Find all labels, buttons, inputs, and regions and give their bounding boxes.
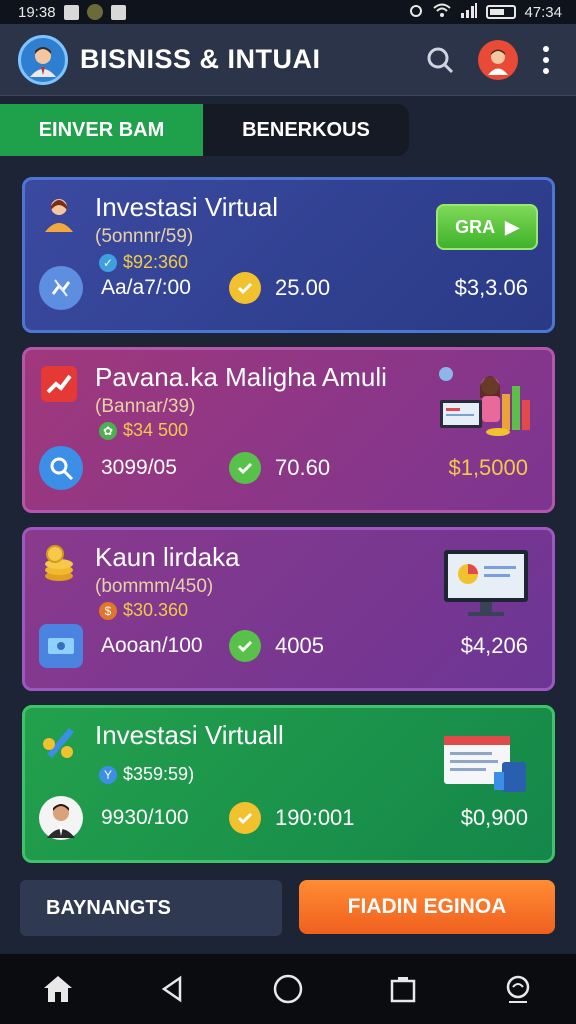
monitor-chart-illustration bbox=[438, 544, 534, 622]
wifi-icon bbox=[432, 2, 452, 22]
row-total: $0,900 bbox=[460, 805, 528, 830]
person-icon bbox=[39, 194, 79, 234]
fiadin-eginoa-button[interactable]: FIADIN EGINOA bbox=[299, 880, 555, 934]
more-vert-icon[interactable] bbox=[534, 40, 558, 80]
recents-icon[interactable] bbox=[375, 961, 431, 1017]
businessman-avatar bbox=[39, 796, 83, 840]
check-circle-icon bbox=[229, 452, 261, 484]
investment-card-3[interactable]: Kaun lirdaka (bommm/450) $ $30.360 Aooan… bbox=[22, 527, 555, 691]
battery-icon bbox=[486, 5, 517, 19]
row-value-1: Aa/a7/:00 bbox=[101, 276, 191, 299]
go-button-label: GRA bbox=[455, 216, 496, 237]
status-bar: 19:38 47:34 bbox=[0, 0, 576, 24]
card-title: Investasi Virtual bbox=[95, 192, 279, 222]
circle-home-icon[interactable] bbox=[260, 961, 316, 1017]
avatar-icon[interactable] bbox=[18, 34, 68, 85]
row-value-2: 4005 bbox=[275, 633, 324, 658]
tab-einver-bam[interactable]: EINVER BAM bbox=[0, 104, 203, 156]
card-subtitle: (5onnnr/59) bbox=[95, 226, 194, 247]
investment-card-4[interactable]: Investasi Virtuall Y $359:59) 9930/100 1… bbox=[22, 705, 555, 863]
chart-cross-icon bbox=[39, 266, 83, 310]
row-value-2: 25.00 bbox=[275, 275, 331, 300]
baynangts-button[interactable]: BAYNANGTS bbox=[20, 880, 282, 936]
card-amount: ✿ $34 500 bbox=[99, 420, 188, 441]
row-total: $4,206 bbox=[460, 633, 528, 658]
card-title: Pavana.ka Maligha Amuli bbox=[95, 362, 387, 392]
browser-chart-illustration bbox=[438, 722, 534, 800]
investment-card-2[interactable]: Pavana.ka Maligha Amuli (Bannar/39) ✿ $3… bbox=[22, 347, 555, 513]
check-circle-icon bbox=[229, 630, 261, 662]
card-amount-value: $30.360 bbox=[123, 600, 189, 620]
row-value-2: 190:001 bbox=[275, 805, 355, 830]
tab-benerkous[interactable]: BENERKOUS bbox=[203, 104, 409, 156]
notification-icon bbox=[63, 4, 79, 20]
card-title: Investasi Virtuall bbox=[95, 720, 284, 750]
cash-icon bbox=[39, 624, 83, 668]
row-total: $3,3.06 bbox=[454, 275, 528, 300]
card-row: Aa/a7/:00 25.00 $3,3.06 bbox=[39, 266, 528, 310]
office-woman-illustration bbox=[438, 364, 534, 442]
row-total: $1,5000 bbox=[448, 455, 528, 480]
assistant-icon[interactable] bbox=[490, 961, 546, 1017]
row-value-1: 3099/05 bbox=[101, 456, 177, 479]
card-amount-value: $34 500 bbox=[123, 420, 189, 440]
check-circle-icon bbox=[229, 272, 261, 304]
status-time: 19:38 bbox=[18, 3, 56, 21]
signal-icon bbox=[460, 2, 478, 22]
play-arrow-icon: ▶ bbox=[505, 216, 519, 237]
profile-icon[interactable] bbox=[478, 39, 518, 80]
plant-icon: ✿ bbox=[99, 421, 117, 440]
card-amount-value: $359:59) bbox=[123, 764, 195, 784]
go-button[interactable]: GRA ▶ bbox=[436, 204, 538, 250]
home-icon[interactable] bbox=[30, 961, 86, 1017]
row-value-1: 9930/100 bbox=[101, 806, 189, 829]
tab-bar: EINVER BAM BENERKOUS bbox=[0, 104, 576, 156]
app-notification-icon bbox=[86, 4, 103, 20]
system-nav-bar bbox=[0, 954, 576, 1024]
back-icon[interactable] bbox=[145, 961, 201, 1017]
card-row: 3099/05 70.60 $1,5000 bbox=[39, 446, 528, 490]
card-row: 9930/100 190:001 $0,900 bbox=[39, 796, 528, 840]
card-subtitle: (Bannar/39) bbox=[95, 396, 196, 417]
card-amount: Y $359:59) bbox=[99, 764, 194, 785]
row-value-1: Aooan/100 bbox=[101, 634, 203, 657]
pen-coins-icon bbox=[39, 722, 79, 762]
coin-stack-icon bbox=[39, 544, 79, 584]
card-title: Kaun lirdaka bbox=[95, 542, 240, 572]
app-bar: BISNISS & INTUAI bbox=[0, 24, 576, 96]
coin-icon: $ bbox=[99, 601, 117, 620]
status-clock-right: 47:34 bbox=[524, 3, 562, 21]
message-icon bbox=[110, 4, 126, 20]
alarm-icon bbox=[408, 2, 424, 22]
card-subtitle: (bommm/450) bbox=[95, 576, 214, 597]
check-circle-icon bbox=[229, 802, 261, 834]
card-row: Aooan/100 4005 $4,206 bbox=[39, 624, 528, 668]
card-amount: $ $30.360 bbox=[99, 600, 188, 621]
investment-card-1[interactable]: Investasi Virtual (5onnnr/59) ✓ $92:360 … bbox=[22, 177, 555, 333]
app-title: BISNISS & INTUAI bbox=[80, 44, 321, 74]
magnifier-chart-icon bbox=[39, 446, 83, 490]
info-coin-icon: Y bbox=[99, 765, 117, 784]
trend-chart-icon bbox=[39, 364, 79, 404]
row-value-2: 70.60 bbox=[275, 455, 331, 480]
search-icon[interactable] bbox=[420, 40, 460, 80]
